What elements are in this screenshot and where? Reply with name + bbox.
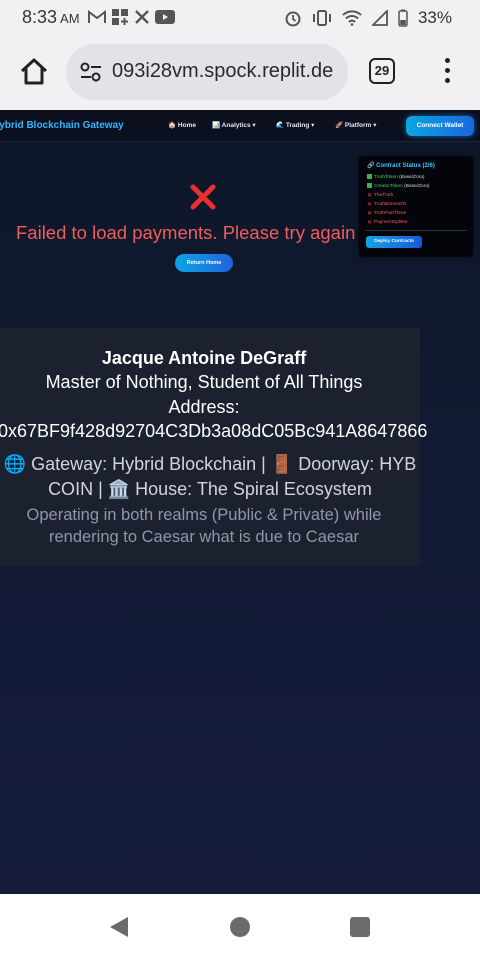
contract-item: CreatorToken (Base/Zora): [367, 183, 429, 189]
site-settings-icon[interactable]: [80, 62, 102, 82]
connect-wallet-button[interactable]: Connect Wallet: [406, 116, 474, 136]
gateway-line: 🌐 Gateway: Hybrid Blockchain | 🚪 Doorway…: [3, 454, 417, 499]
tab-switcher-button[interactable]: 29: [369, 58, 395, 84]
nav-trading[interactable]: 🌊 Trading ▾: [276, 121, 314, 129]
status-time: 8:33 AM: [22, 7, 80, 28]
site-navbar: Hybrid Blockchain Gateway 🏠 Home 📊 Analy…: [0, 110, 480, 142]
signal-icon: [371, 10, 388, 26]
check-icon: [367, 174, 372, 179]
profile-subtitle: Master of Nothing, Student of All Things: [45, 372, 363, 392]
wallet-address: 0x67BF9f428d92704C3Db3a08dC05Bc941A86478…: [0, 421, 428, 441]
return-home-button[interactable]: Return Home: [175, 254, 233, 272]
profile-card: Jacque Antoine DeGraff Master of Nothing…: [0, 328, 427, 566]
vibrate-icon: [312, 10, 331, 26]
apps-icon: [112, 9, 128, 25]
clock-ampm: AM: [60, 11, 80, 26]
panel-divider: [365, 230, 467, 231]
brand-text: Hybrid Blockchain Gateway: [0, 120, 124, 131]
web-page: Hybrid Blockchain Gateway 🏠 Home 📊 Analy…: [0, 110, 480, 894]
cross-icon: ✕: [367, 193, 373, 199]
contract-item: TruthToken (Base/Zora): [367, 174, 425, 180]
cross-icon: ✕: [367, 220, 373, 226]
profile-name: Jacque Antoine DeGraff: [101, 348, 307, 368]
recents-icon[interactable]: [350, 917, 370, 937]
address-label: Address:: [168, 397, 240, 417]
clock-time: 8:33: [22, 7, 58, 27]
nav-platform[interactable]: 🚀 Platform ▾: [335, 121, 376, 129]
browser-menu-icon[interactable]: [443, 58, 451, 86]
status-bar: 8:33 AM 33%: [0, 0, 480, 34]
contract-status-panel: 🔗 Contract Status (2/6) TruthToken (Base…: [359, 156, 473, 257]
deploy-contracts-button[interactable]: Deploy Contracts: [366, 236, 422, 248]
youtube-icon: [155, 10, 175, 24]
contract-status-title: 🔗 Contract Status (2/6): [367, 163, 435, 169]
contract-item: ✕ PaymentSplitter: [367, 220, 408, 226]
profile-motto: Operating in both realms (Public & Priva…: [26, 506, 382, 546]
battery-percent: 33%: [417, 8, 452, 27]
notification-icons: [88, 8, 175, 26]
contract-item: ✕ TruthPartThree: [367, 211, 407, 217]
system-icons: 33%: [284, 8, 452, 28]
home-icon[interactable]: [18, 56, 50, 88]
gmail-icon: [88, 10, 106, 23]
nav-analytics[interactable]: 📊 Analytics ▾: [212, 121, 256, 129]
url-text[interactable]: 093i28vm.spock.replit.de: [112, 60, 333, 83]
wifi-icon: [342, 10, 362, 26]
nav-home[interactable]: 🏠 Home: [168, 121, 196, 129]
home-circle-icon[interactable]: [230, 917, 250, 937]
cross-icon: ✕: [367, 202, 373, 208]
check-icon: [367, 183, 372, 188]
cross-icon: ✕: [367, 211, 373, 217]
address-bar[interactable]: 093i28vm.spock.replit.de: [66, 44, 348, 100]
alarm-icon: [285, 11, 301, 27]
x-icon: [135, 10, 149, 24]
battery-icon: [398, 9, 408, 27]
system-navigation-bar: [0, 894, 480, 960]
contract-item: ✕ TheTruth: [367, 193, 394, 199]
browser-toolbar: 093i28vm.spock.replit.de 29: [0, 34, 480, 110]
error-message: Failed to load payments. Please try agai…: [16, 222, 356, 243]
error-x-icon: [190, 184, 216, 210]
contract-item: ✕ TruthBonusGift: [367, 202, 407, 208]
site-brand[interactable]: Hybrid Blockchain Gateway: [0, 120, 124, 131]
back-icon[interactable]: [108, 915, 130, 939]
